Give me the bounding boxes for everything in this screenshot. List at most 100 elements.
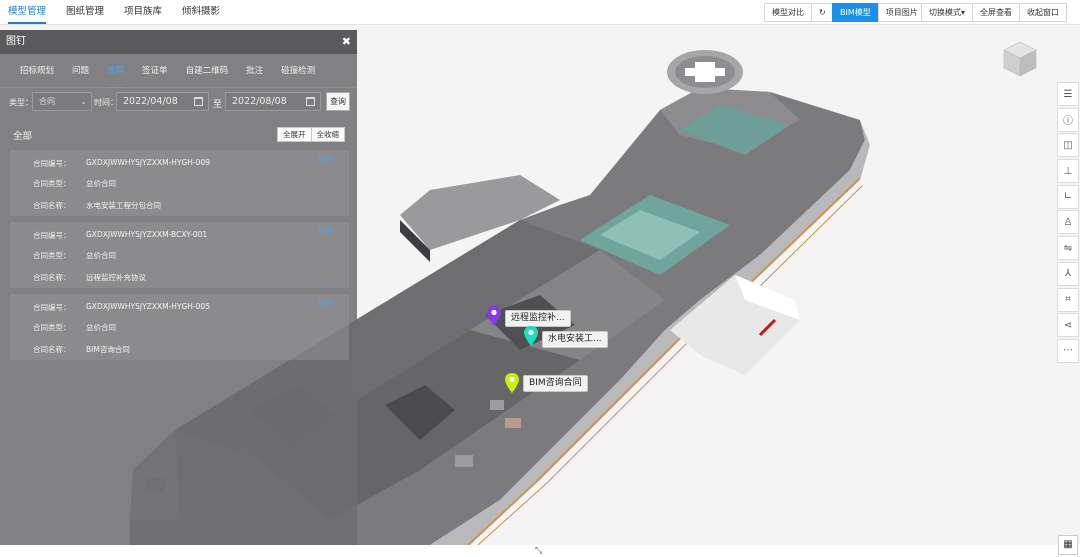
time-label: 时间： (94, 98, 118, 107)
tab-visa-forms[interactable]: 签证单 (142, 54, 168, 88)
collapse-all-button[interactable]: 全收缩 (310, 127, 345, 142)
expand-link[interactable]: 展开 (318, 153, 333, 164)
type-select[interactable]: 合同 ⌄ (32, 92, 92, 111)
close-icon[interactable]: ✖ (342, 30, 351, 54)
roam-button[interactable]: ♙ (1057, 210, 1079, 235)
end-date-input[interactable]: 2022/08/08 (225, 92, 321, 111)
bim-model-button[interactable]: BIM模型 (832, 3, 879, 22)
nav-model-management[interactable]: 模型管理 (8, 0, 47, 24)
model-tree-button[interactable]: ☰ (1057, 82, 1079, 106)
section-button[interactable]: ◫ (1057, 133, 1079, 158)
contract-no-label: 合同编号： (33, 231, 71, 240)
tree-icon: ☰ (1063, 88, 1073, 100)
tab-custom-qrcode[interactable]: 自建二维码 (186, 54, 229, 88)
switch-mode-dropdown[interactable]: 切换模式▾ (921, 3, 974, 22)
toolbar-view-group: BIM模型 项目图片 (832, 3, 926, 22)
nav-oblique-photography[interactable]: 倾斜摄影 (182, 0, 220, 24)
person-icon: ♙ (1063, 216, 1073, 228)
contract-no-label: 合同编号： (33, 303, 71, 312)
share-button[interactable]: ⋖ (1057, 313, 1079, 338)
contract-type-value: 总价合同 (86, 179, 116, 188)
contract-name-label: 合同名称： (33, 201, 71, 210)
top-bar: 模型管理 图纸管理 项目族库 倾斜摄影 模型对比 ↻ BIM模型 项目图片 切换… (0, 0, 1080, 25)
measure-icon: ∟ (1063, 191, 1073, 203)
contract-name-label: 合同名称： (33, 345, 71, 354)
qrcode-button[interactable]: ▦ (1058, 535, 1078, 555)
contract-no-label: 合同编号： (33, 159, 71, 168)
date-separator: 至 (213, 100, 223, 110)
pin-label[interactable]: BIM咨询合同 (523, 375, 588, 392)
contract-type-value: 总价合同 (86, 251, 116, 260)
panel-tabs: 招标规划 问题 合同 签证单 自建二维码 批注 碰撞检测 (0, 54, 357, 88)
start-date-input[interactable]: 2022/04/08 (116, 92, 209, 111)
contract-no-value: GXDXJWWHYSJYZXXM-HYGH-009 (86, 158, 210, 167)
contract-card[interactable]: 合同编号： GXDXJWWHYSJYZXXM-HYGH-009 展开 合同类型：… (10, 150, 349, 216)
right-toolbar: ☰ ⓘ ◫ ⊥ ∟ ♙ ⇋ ⅄ ⌗ ⋖ ⋯ (1057, 82, 1080, 365)
measure-button[interactable]: ∟ (1057, 184, 1079, 209)
pin-label[interactable]: 水电安装工... (542, 331, 608, 348)
query-button[interactable]: 查询 (326, 92, 350, 111)
nav-drawing-management[interactable]: 图纸管理 (66, 0, 104, 24)
path-button[interactable]: ⇋ (1057, 236, 1079, 261)
filter-bar: 类型： 合同 ⌄ 时间： 2022/04/08 至 2022/08/08 查询 (0, 90, 357, 114)
top-nav: 模型管理 图纸管理 项目族库 倾斜摄影 (8, 0, 240, 24)
expand-link[interactable]: 展开 (318, 225, 333, 236)
nav-family-library[interactable]: 项目族库 (124, 0, 162, 24)
refresh-icon: ↻ (819, 8, 826, 17)
view-cube-icon[interactable] (1001, 40, 1039, 78)
type-select-value: 合同 (39, 97, 55, 106)
contract-card[interactable]: 合同编号： GXDXJWWHYSJYZXXM-HYGH-005 展开 合同类型：… (10, 294, 349, 360)
tab-issues[interactable]: 问题 (72, 54, 89, 88)
start-date-value: 2022/04/08 (123, 96, 178, 107)
calendar-icon (194, 97, 203, 106)
expand-all-button[interactable]: 全展开 (277, 127, 312, 142)
crop-button[interactable]: ⌗ (1057, 287, 1079, 312)
panel-title: 图钉 (6, 36, 26, 47)
more-button[interactable]: ⋯ (1057, 338, 1079, 363)
location-pin-icon[interactable] (504, 372, 520, 394)
pin-panel: 图钉 ✖ 招标规划 问题 合同 签证单 自建二维码 批注 碰撞检测 类型： 合同… (0, 30, 357, 545)
section-title: 全部 (13, 131, 33, 142)
grid-icon: ▦ (1063, 539, 1073, 550)
panel-header: 图钉 ✖ (0, 30, 357, 54)
contract-name-value: 远程监控补充协议 (86, 273, 146, 282)
type-label: 类型： (9, 98, 33, 107)
axis-button[interactable]: ⅄ (1057, 261, 1079, 286)
shrink-icon[interactable]: ⤡ (535, 546, 542, 556)
fullscreen-button[interactable]: 全屏查看 (972, 3, 1021, 22)
contract-name-value: BIM咨询合同 (86, 345, 130, 354)
contract-name-label: 合同名称： (33, 273, 71, 282)
contract-card[interactable]: 合同编号： GXDXJWWHYSJYZXXM-BCXY-001 展开 合同类型：… (10, 222, 349, 288)
pin-button[interactable]: ⊥ (1057, 159, 1079, 184)
collapse-window-button[interactable]: 收起窗口 (1019, 3, 1068, 22)
info-icon: ⓘ (1063, 116, 1073, 128)
expand-collapse-group: 全展开 全收缩 (277, 127, 345, 142)
location-pin-icon[interactable] (486, 305, 502, 327)
path-icon: ⇋ (1063, 242, 1073, 254)
contract-type-label: 合同类型： (33, 323, 71, 332)
contract-type-label: 合同类型： (33, 251, 71, 260)
share-icon: ⋖ (1063, 319, 1073, 331)
properties-button[interactable]: ⓘ (1057, 107, 1079, 132)
model-compare-button[interactable]: 模型对比 (764, 3, 812, 22)
crop-icon: ⌗ (1065, 294, 1071, 305)
toolbar-window-group: 切换模式▾ 全屏查看 收起窗口 (921, 3, 1068, 22)
tab-contracts[interactable]: 合同 (107, 54, 125, 88)
tab-clash-detection[interactable]: 碰撞检测 (281, 54, 315, 88)
refresh-button[interactable]: ↻ (811, 3, 834, 22)
tab-bidding-plan[interactable]: 招标规划 (20, 54, 54, 88)
pin-icon: ⊥ (1063, 165, 1073, 177)
contract-no-value: GXDXJWWHYSJYZXXM-HYGH-005 (86, 302, 210, 311)
calendar-icon (306, 97, 315, 106)
more-icon: ⋯ (1063, 345, 1073, 357)
expand-link[interactable]: 展开 (318, 297, 333, 308)
chevron-down-icon: ⌄ (80, 97, 87, 106)
toolbar-compare-group: 模型对比 ↻ (764, 3, 834, 22)
project-pictures-button[interactable]: 项目图片 (877, 3, 926, 22)
contract-type-value: 总价合同 (86, 323, 116, 332)
tab-annotations[interactable]: 批注 (246, 54, 263, 88)
section-icon: ◫ (1063, 139, 1073, 151)
location-pin-icon[interactable] (523, 325, 539, 347)
contract-type-label: 合同类型： (33, 179, 71, 188)
contract-no-value: GXDXJWWHYSJYZXXM-BCXY-001 (86, 230, 208, 239)
